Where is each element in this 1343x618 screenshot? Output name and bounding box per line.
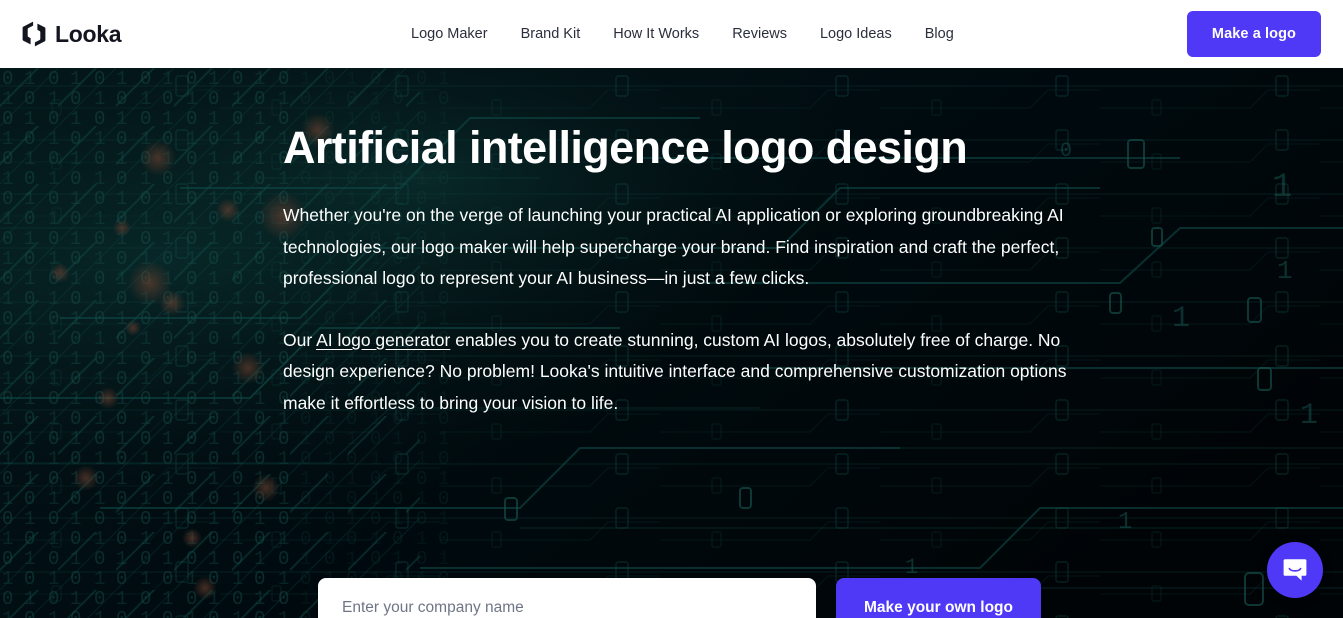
- chat-launcher-button[interactable]: [1267, 542, 1323, 598]
- svg-text:1: 1: [905, 555, 918, 580]
- nav-item-brand-kit[interactable]: Brand Kit: [521, 24, 581, 44]
- nav-item-reviews[interactable]: Reviews: [732, 24, 787, 44]
- company-name-input[interactable]: [318, 578, 816, 618]
- hero-paragraph-2: Our AI logo generator enables you to cre…: [283, 325, 1073, 420]
- nav-item-blog[interactable]: Blog: [925, 24, 954, 44]
- nav-item-logo-ideas[interactable]: Logo Ideas: [820, 24, 892, 44]
- hero-content: Artificial intelligence logo design Whet…: [283, 68, 1083, 419]
- hero-section: 0 1 1 0: [0, 68, 1343, 618]
- hero-signup-form: Make your own logo: [318, 578, 1041, 618]
- looka-hexagon-logo-icon: [22, 21, 46, 47]
- brand-name: Looka: [55, 20, 122, 47]
- nav-item-how-it-works[interactable]: How It Works: [613, 24, 699, 44]
- main-nav: Logo Maker Brand Kit How It Works Review…: [411, 24, 954, 44]
- svg-text:1: 1: [1272, 169, 1292, 207]
- chat-bubble-smile-icon: [1283, 559, 1307, 581]
- hero-paragraph-1: Whether you're on the verge of launching…: [283, 205, 1064, 289]
- svg-text:1: 1: [1300, 399, 1318, 433]
- svg-text:1: 1: [1118, 509, 1132, 536]
- site-header: Looka Logo Maker Brand Kit How It Works …: [0, 0, 1343, 68]
- page-title: Artificial intelligence logo design: [283, 122, 968, 173]
- make-your-own-logo-button[interactable]: Make your own logo: [836, 578, 1041, 618]
- svg-text:1: 1: [1277, 256, 1293, 286]
- ai-logo-generator-link[interactable]: AI logo generator: [316, 330, 450, 350]
- hero-paragraph-2-prefix: Our: [283, 329, 317, 350]
- nav-item-logo-maker[interactable]: Logo Maker: [411, 24, 488, 44]
- svg-text:1: 1: [1172, 302, 1190, 336]
- make-a-logo-button[interactable]: Make a logo: [1186, 11, 1321, 57]
- brand-logo-link[interactable]: Looka: [22, 20, 122, 47]
